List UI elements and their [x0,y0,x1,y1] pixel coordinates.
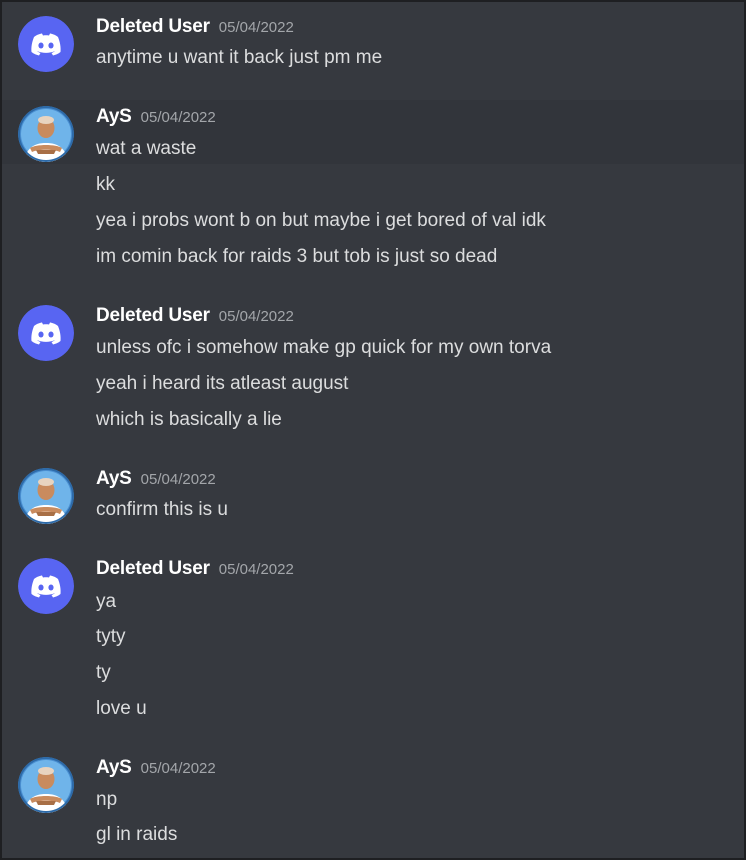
message-group: Deleted User 05/04/2022 anytime u want it… [0,0,746,100]
message-text: confirm this is u [96,499,228,520]
message-text: gl in raids [96,824,178,845]
avatar[interactable] [18,16,74,72]
message-text: kk [96,174,115,195]
message-text: yeah i heard its atleast august [96,373,349,394]
avatar[interactable] [18,757,74,813]
timestamp: 05/04/2022 [218,308,294,325]
message-group: Deleted User 05/04/2022 ya tyty ty love u [0,545,746,735]
message-text: anytime u want it back just pm me [96,47,383,68]
message-group: Deleted User 05/04/2022 unless ofc i some… [0,290,746,440]
message-text: yea i probs wont b on but maybe i get bo… [96,210,546,231]
message-text: im comin back for raids 3 but tob is jus… [96,246,498,267]
message-group: AyS 05/04/2022 wat a waste kk yea i probs… [0,100,746,280]
discord-logo-icon [18,16,74,72]
username[interactable]: Deleted User [96,558,210,579]
timestamp: 05/04/2022 [140,471,216,488]
username[interactable]: AyS [96,468,132,489]
message-text: wat a waste [96,138,197,159]
timestamp: 05/04/2022 [140,109,216,126]
message-text: unless ofc i somehow make gp quick for m… [96,337,552,358]
profile-photo [18,757,74,813]
username[interactable]: AyS [96,106,132,127]
avatar[interactable] [18,558,74,614]
message-text: love u [96,698,147,719]
username[interactable]: Deleted User [96,16,210,37]
timestamp: 05/04/2022 [218,19,294,36]
username[interactable]: AyS [96,757,132,778]
avatar[interactable] [18,468,74,524]
profile-photo [18,106,74,162]
message-text: np [96,789,118,810]
timestamp: 05/04/2022 [218,561,294,578]
avatar[interactable] [18,106,74,162]
profile-photo [18,468,74,524]
message-text: ty [96,662,111,683]
discord-logo-icon [18,558,74,614]
message-text: which is basically a lie [96,409,282,430]
username[interactable]: Deleted User [96,305,210,326]
message-group: AyS 05/04/2022 confirm this is u [0,455,746,535]
message-text: ya [96,591,117,612]
discord-logo-icon [18,305,74,361]
message-text: tyty [96,626,126,647]
timestamp: 05/04/2022 [140,760,216,777]
avatar[interactable] [18,305,74,361]
message-group: AyS 05/04/2022 np gl in raids [0,745,746,860]
